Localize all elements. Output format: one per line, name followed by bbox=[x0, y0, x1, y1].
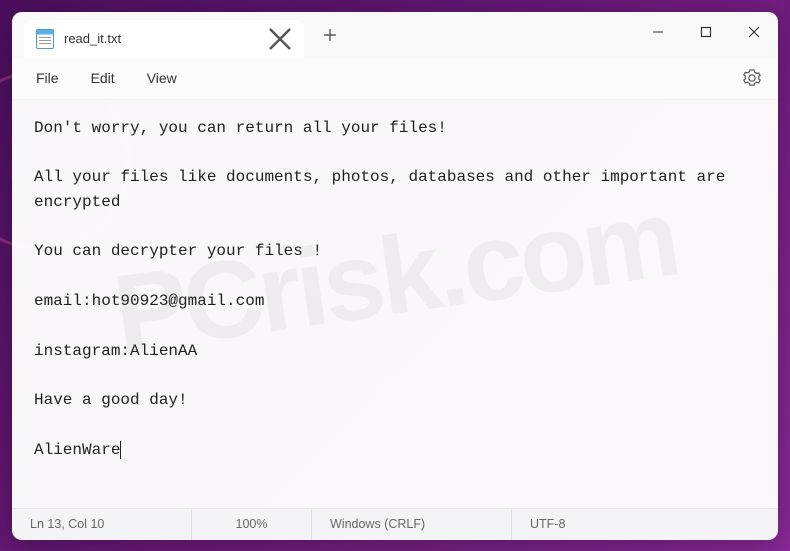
maximize-icon bbox=[700, 26, 712, 38]
zoom-level[interactable]: 100% bbox=[192, 509, 312, 540]
titlebar: read_it.txt bbox=[12, 12, 778, 58]
text-caret bbox=[120, 441, 121, 459]
statusbar: Ln 13, Col 10 100% Windows (CRLF) UTF-8 bbox=[12, 508, 778, 540]
close-window-button[interactable] bbox=[730, 12, 778, 52]
minimize-button[interactable] bbox=[634, 12, 682, 52]
close-icon bbox=[748, 26, 760, 38]
new-tab-button[interactable] bbox=[312, 17, 348, 53]
view-menu[interactable]: View bbox=[131, 64, 193, 92]
window-controls bbox=[634, 12, 778, 52]
plus-icon bbox=[323, 28, 337, 42]
edit-menu[interactable]: Edit bbox=[75, 64, 131, 92]
menubar: File Edit View bbox=[12, 58, 778, 100]
encoding[interactable]: UTF-8 bbox=[512, 509, 583, 540]
minimize-icon bbox=[652, 26, 664, 38]
file-tab[interactable]: read_it.txt bbox=[24, 20, 304, 58]
notepad-icon bbox=[36, 29, 54, 49]
file-menu[interactable]: File bbox=[20, 64, 75, 92]
maximize-button[interactable] bbox=[682, 12, 730, 52]
close-icon bbox=[268, 27, 292, 51]
file-text: Don't worry, you can return all your fil… bbox=[34, 119, 735, 459]
gear-icon bbox=[743, 69, 761, 87]
settings-button[interactable] bbox=[734, 60, 770, 96]
close-tab-button[interactable] bbox=[268, 27, 292, 51]
text-editor-content[interactable]: Don't worry, you can return all your fil… bbox=[12, 100, 778, 508]
tab-title: read_it.txt bbox=[64, 31, 258, 46]
notepad-window: PCrisk.com read_it.txt File Edit Vi bbox=[12, 12, 778, 540]
line-ending[interactable]: Windows (CRLF) bbox=[312, 509, 512, 540]
cursor-position[interactable]: Ln 13, Col 10 bbox=[12, 509, 192, 540]
